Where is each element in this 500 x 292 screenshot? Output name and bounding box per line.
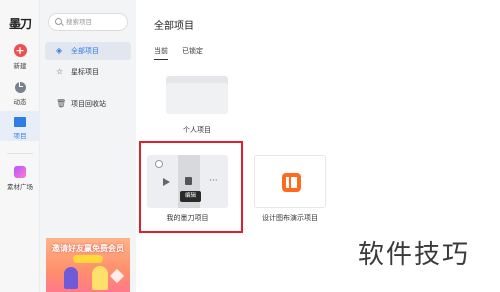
folder-icon — [14, 117, 26, 127]
tab-locked[interactable]: 已锁定 — [182, 46, 203, 56]
project-icon — [282, 173, 301, 192]
search-icon — [55, 18, 62, 25]
project-card[interactable] — [254, 155, 326, 208]
plus-icon: + — [13, 44, 27, 57]
personal-folder[interactable] — [166, 76, 228, 114]
watermark-text: 软件技巧 — [358, 240, 471, 270]
left-rail: 墨刀 + 新建 动态 项目 素材广场 — [0, 0, 40, 292]
new-label: 新建 — [13, 62, 27, 70]
page-title: 全部项目 — [154, 21, 194, 32]
cube-icon: ◈ — [56, 46, 63, 55]
rail-item-projects[interactable]: 项目 — [0, 111, 40, 141]
materials-label: 素材广场 — [7, 183, 33, 191]
search-input[interactable]: 搜索项目 — [48, 13, 128, 31]
projects-label: 项目 — [13, 132, 27, 140]
rail-item-dynamics[interactable]: 动态 — [0, 80, 40, 106]
promo-figure — [64, 267, 78, 289]
sidebar-item-label: 全部项目 — [71, 47, 99, 55]
dynamics-label: 动态 — [13, 98, 27, 106]
promo-banner[interactable]: 邀请好友赢免费会员 — [46, 238, 130, 292]
promo-tag — [73, 255, 103, 263]
highlight-box — [139, 141, 243, 233]
new-button[interactable]: + 新建 — [0, 44, 40, 70]
sidebar-item-trash[interactable]: 🗑 项目回收站 — [45, 95, 131, 113]
folder-name: 个人项目 — [183, 126, 211, 134]
project-name: 设计图布演示项目 — [262, 214, 318, 222]
materials-icon — [14, 166, 26, 178]
clock-icon — [14, 82, 26, 93]
watermark: 软件技巧 — [352, 214, 500, 292]
folder-icon — [166, 83, 228, 114]
rail-item-materials[interactable]: 素材广场 — [0, 166, 40, 191]
tab-current[interactable]: 当前 — [154, 46, 168, 60]
promo-figure — [92, 266, 108, 290]
sidebar-item-starred[interactable]: ☆ 星标项目 — [45, 63, 131, 81]
trash-icon: 🗑 — [56, 99, 67, 108]
sparkle-icon — [109, 268, 125, 284]
sidebar-item-all-projects[interactable]: ◈ 全部项目 — [45, 42, 131, 60]
search-placeholder: 搜索项目 — [66, 18, 92, 26]
sidebar-item-label: 星标项目 — [71, 68, 99, 76]
app-logo: 墨刀 — [9, 17, 32, 31]
rail-divider — [7, 153, 33, 154]
sidebar-item-label: 项目回收站 — [71, 100, 106, 108]
promo-text: 邀请好友赢免费会员 — [52, 244, 124, 253]
project-sidebar: 搜索项目 ◈ 全部项目 ☆ 星标项目 🗑 项目回收站 邀请好友赢免费会员 — [40, 0, 136, 292]
star-icon: ☆ — [56, 67, 64, 76]
